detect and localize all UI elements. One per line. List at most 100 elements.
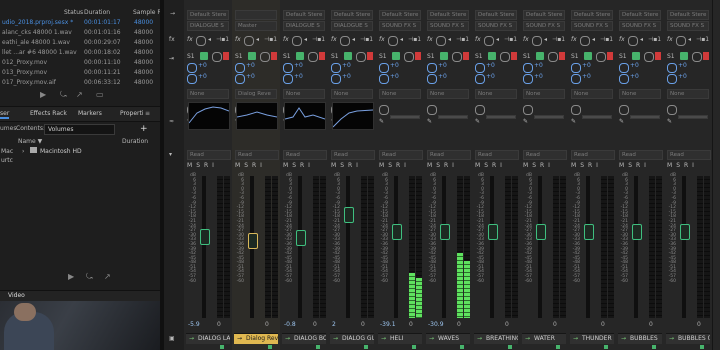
fx-routing-icon[interactable]: ⊣▪1	[312, 36, 325, 43]
automation-select[interactable]: Read	[187, 150, 231, 160]
ms-button-I[interactable]: I	[308, 162, 310, 169]
ms-button-S[interactable]: S	[628, 162, 632, 169]
bus-select[interactable]: Master	[235, 21, 277, 31]
fx-arrow-icon[interactable]: ◂	[496, 36, 499, 43]
send-destination-select[interactable]: None	[523, 89, 565, 99]
ms-button-M[interactable]: M	[283, 162, 288, 169]
send-pan-knob-icon[interactable]	[475, 63, 485, 73]
send-power-icon[interactable]	[404, 52, 414, 62]
ms-button-R[interactable]: R	[444, 162, 448, 169]
track-name-bar[interactable]: → HELI	[378, 333, 422, 344]
send-level-knob-icon[interactable]	[571, 74, 581, 84]
ms-button-S[interactable]: S	[292, 162, 296, 169]
eq-graph[interactable]	[332, 102, 374, 130]
contents-select[interactable]: Volumes	[44, 124, 115, 135]
eq-power-icon[interactable]	[667, 105, 677, 115]
output-select[interactable]: Default Stere	[667, 10, 709, 20]
send-enable-button[interactable]	[392, 52, 400, 60]
eq-slider[interactable]	[534, 115, 564, 119]
bus-select[interactable]: SOUND FX S	[379, 21, 421, 31]
track-io-icon[interactable]	[652, 345, 656, 349]
bus-select[interactable]: SOUND FX S	[427, 21, 469, 31]
ms-button-R[interactable]: R	[348, 162, 352, 169]
ms-button-S[interactable]: S	[436, 162, 440, 169]
send-record-icon[interactable]	[511, 52, 517, 60]
file-row[interactable]: eathi_ale 48000 1.wav 00:00:29:07 48000	[0, 38, 160, 48]
track-name-bar[interactable]: → DIALOG LA	[186, 333, 230, 344]
io-gutter-icon[interactable]: ▣	[169, 335, 175, 342]
eq-power-icon[interactable]	[619, 105, 629, 115]
send-destination-select[interactable]: None	[331, 89, 373, 99]
send-power-icon[interactable]	[308, 52, 318, 62]
send-destination-select[interactable]: None	[571, 89, 613, 99]
bus-select[interactable]: SOUND FX S	[523, 21, 565, 31]
eq-pencil-icon[interactable]: ✎	[475, 118, 480, 125]
send-destination-select[interactable]: None	[475, 89, 517, 99]
ms-button-M[interactable]: M	[331, 162, 336, 169]
send-destination-select[interactable]: None	[379, 89, 421, 99]
send-power-icon[interactable]	[260, 52, 270, 62]
output-select[interactable]: Default Stere	[187, 10, 229, 20]
file-row[interactable]: llet ...ar #6 48000 1.wav 00:00:18:02 4800…	[0, 48, 160, 58]
send-record-icon[interactable]	[607, 52, 613, 60]
ms-button-S[interactable]: S	[244, 162, 248, 169]
bus-select[interactable]: DIALOGUE S	[187, 21, 229, 31]
track-name-bar[interactable]: →DIALOG GUI	[330, 333, 374, 344]
eq-pencil-icon[interactable]: ✎	[619, 118, 624, 125]
send-level-knob-icon[interactable]	[283, 74, 293, 84]
send-enable-button[interactable]	[344, 52, 352, 60]
automation-select[interactable]: Read	[427, 150, 471, 160]
track-io-icon[interactable]	[364, 345, 368, 349]
track-name-bar[interactable]: → THUNDER	[570, 333, 614, 344]
clip-icon[interactable]: ▭	[96, 90, 104, 99]
ms-button-M[interactable]: M	[427, 162, 432, 169]
output-select[interactable]: Default Stere	[475, 10, 517, 20]
fader-track[interactable]	[682, 176, 686, 318]
eq-graph[interactable]	[188, 102, 230, 130]
send-enable-button[interactable]	[488, 52, 496, 60]
send-power-icon[interactable]	[692, 52, 702, 62]
bus-select[interactable]: DIALOGUE S	[283, 21, 325, 31]
send-enable-button[interactable]	[680, 52, 688, 60]
ms-button-M[interactable]: M	[379, 162, 384, 169]
ms-button-I[interactable]: I	[500, 162, 502, 169]
fx-power-icon[interactable]	[388, 36, 398, 46]
send-pan-knob-icon[interactable]	[235, 63, 245, 73]
ms-button-I[interactable]: I	[452, 162, 454, 169]
fx-power-icon[interactable]	[196, 36, 206, 46]
ms-button-M[interactable]: M	[235, 162, 240, 169]
send-enable-button[interactable]	[632, 52, 640, 60]
fx-power-icon[interactable]	[580, 36, 590, 46]
automation-select[interactable]: Read	[331, 150, 375, 160]
send-power-icon[interactable]	[548, 52, 558, 62]
eq-power-icon[interactable]	[475, 105, 485, 115]
fader-track[interactable]	[442, 176, 446, 318]
track-io-icon[interactable]	[316, 345, 320, 349]
send-pan-knob-icon[interactable]	[523, 63, 533, 73]
eq-slider[interactable]	[678, 115, 708, 119]
track-name-bar[interactable]: → WATER	[522, 333, 566, 344]
fader-track[interactable]	[586, 176, 590, 318]
export-icon[interactable]: ↗	[76, 90, 83, 99]
send-pan-knob-icon[interactable]	[379, 63, 389, 73]
fx-power-icon[interactable]	[532, 36, 542, 46]
automation-select[interactable]: Read	[571, 150, 615, 160]
macintosh-hd-item[interactable]: Macintosh HD	[40, 148, 82, 155]
ms-button-R[interactable]: R	[300, 162, 304, 169]
send-pan-knob-icon[interactable]	[331, 63, 341, 73]
fader-track[interactable]	[634, 176, 638, 318]
volume-fader[interactable]	[680, 224, 690, 240]
fx-arrow-icon[interactable]: ◂	[688, 36, 691, 43]
output-select[interactable]: Default Stere	[619, 10, 661, 20]
fx-arrow-icon[interactable]: ◂	[544, 36, 547, 43]
ms-button-R[interactable]: R	[684, 162, 688, 169]
fx-arrow-icon[interactable]: ◂	[400, 36, 403, 43]
send-record-icon[interactable]	[415, 52, 421, 60]
volume-fader[interactable]	[248, 233, 258, 249]
send-destination-select[interactable]: None	[283, 89, 325, 99]
send-destination-select[interactable]: None	[619, 89, 661, 99]
send-power-icon[interactable]	[500, 52, 510, 62]
volume-fader[interactable]	[536, 224, 546, 240]
automation-select[interactable]: Read	[379, 150, 423, 160]
bus-select[interactable]: SOUND FX S	[667, 21, 709, 31]
